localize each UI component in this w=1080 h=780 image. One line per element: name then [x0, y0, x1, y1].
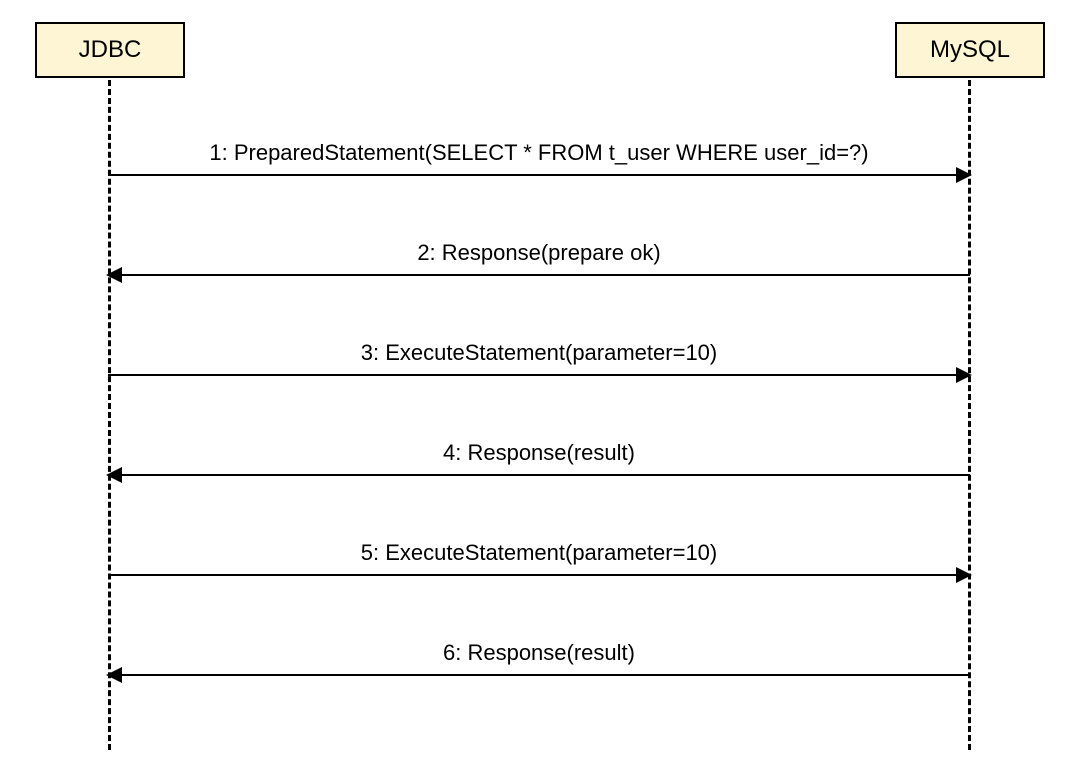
arrow-right-icon: [108, 174, 970, 176]
message-3: 3: ExecuteStatement(parameter=10): [108, 340, 970, 376]
message-label: 1: PreparedStatement(SELECT * FROM t_use…: [108, 140, 970, 166]
message-4: 4: Response(result): [108, 440, 970, 476]
participant-label: JDBC: [79, 36, 142, 63]
message-6: 6: Response(result): [108, 640, 970, 676]
arrow-left-icon: [108, 274, 970, 276]
message-label: 6: Response(result): [108, 640, 970, 666]
message-label: 2: Response(prepare ok): [108, 240, 970, 266]
participant-mysql: MySQL: [895, 22, 1045, 78]
participant-label: MySQL: [930, 36, 1010, 63]
message-label: 5: ExecuteStatement(parameter=10): [108, 540, 970, 566]
message-2: 2: Response(prepare ok): [108, 240, 970, 276]
message-label: 3: ExecuteStatement(parameter=10): [108, 340, 970, 366]
arrow-left-icon: [108, 474, 970, 476]
arrow-right-icon: [108, 374, 970, 376]
participant-jdbc: JDBC: [35, 22, 185, 78]
message-1: 1: PreparedStatement(SELECT * FROM t_use…: [108, 140, 970, 176]
arrow-left-icon: [108, 674, 970, 676]
message-5: 5: ExecuteStatement(parameter=10): [108, 540, 970, 576]
arrow-right-icon: [108, 574, 970, 576]
message-label: 4: Response(result): [108, 440, 970, 466]
